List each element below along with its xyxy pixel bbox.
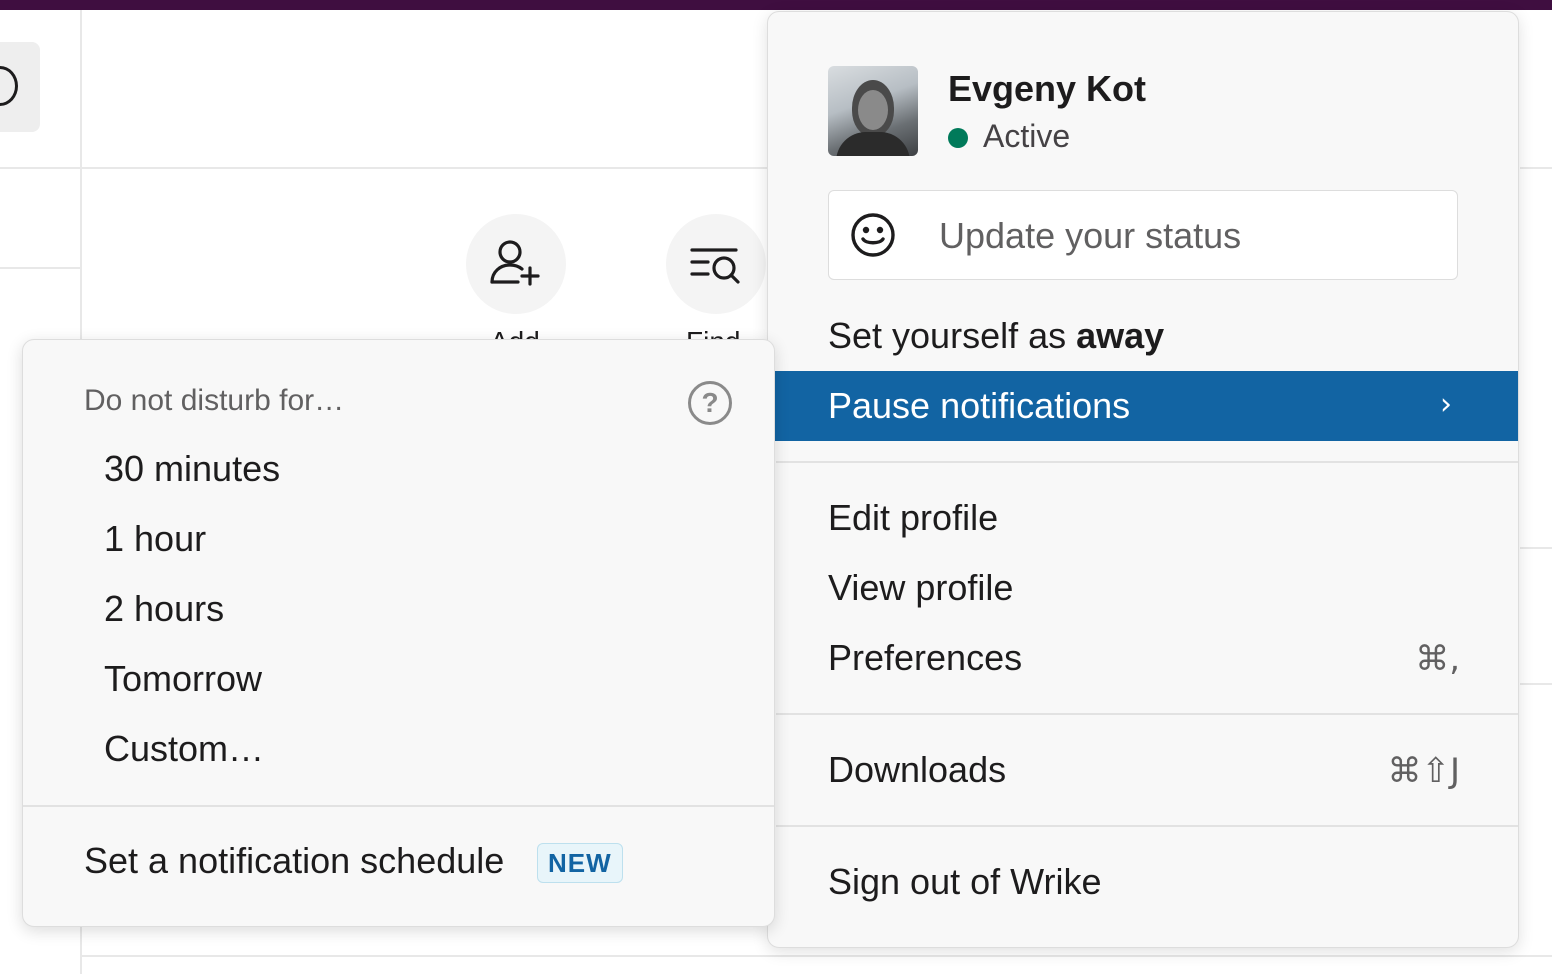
dnd-option-custom[interactable]: Custom… xyxy=(104,728,264,770)
sign-out-label: Sign out of Wrike xyxy=(828,861,1102,902)
menu-separator xyxy=(776,825,1518,827)
user-name: Evgeny Kot xyxy=(948,68,1147,109)
notification-schedule-item[interactable]: Set a notification schedule xyxy=(84,840,504,882)
edit-profile-item[interactable]: Edit profile xyxy=(774,483,1518,553)
dnd-option-30-minutes[interactable]: 30 minutes xyxy=(104,448,280,490)
divider xyxy=(1520,547,1552,549)
add-user-icon xyxy=(490,240,540,286)
view-profile-label: View profile xyxy=(828,567,1014,608)
downloads-shortcut: ⌘⇧J xyxy=(1387,751,1460,791)
pause-notifications-label: Pause notifications xyxy=(828,385,1131,426)
dnd-option-1-hour[interactable]: 1 hour xyxy=(104,518,206,560)
preferences-label: Preferences xyxy=(828,637,1023,678)
dnd-option-2-hours[interactable]: 2 hours xyxy=(104,588,224,630)
circle-icon xyxy=(0,66,18,106)
sidebar-button[interactable] xyxy=(0,42,40,132)
find-label: Find xyxy=(686,326,766,340)
chevron-right-icon: › xyxy=(1440,387,1452,422)
divider xyxy=(82,167,782,169)
find-button[interactable] xyxy=(666,214,766,314)
downloads-item[interactable]: Downloads ⌘⇧J xyxy=(774,735,1518,805)
set-away-item[interactable]: Set yourself as away xyxy=(774,301,1518,371)
set-away-label: Set yourself as away xyxy=(828,315,1165,356)
menu-separator xyxy=(776,461,1518,463)
search-list-icon xyxy=(690,248,740,284)
dnd-header: Do not disturb for… xyxy=(84,384,345,417)
edit-profile-label: Edit profile xyxy=(828,497,999,538)
update-status-field[interactable]: Update your status xyxy=(828,190,1458,280)
menu-separator xyxy=(776,713,1518,715)
pause-notifications-item[interactable]: Pause notifications › xyxy=(774,371,1518,441)
avatar xyxy=(828,66,918,156)
dnd-option-tomorrow[interactable]: Tomorrow xyxy=(104,658,262,700)
sign-out-item[interactable]: Sign out of Wrike xyxy=(774,847,1518,917)
presence-status: Active xyxy=(983,118,1071,154)
preferences-item[interactable]: Preferences ⌘, xyxy=(774,623,1518,693)
downloads-label: Downloads xyxy=(828,749,1007,790)
add-people-button[interactable] xyxy=(466,214,566,314)
pause-notifications-submenu: Do not disturb for… ? 30 minutes 1 hour … xyxy=(22,339,775,927)
submenu-separator xyxy=(23,805,774,807)
preferences-shortcut: ⌘, xyxy=(1415,639,1460,679)
view-profile-item[interactable]: View profile xyxy=(774,553,1518,623)
add-people-label: Add xyxy=(490,326,570,340)
divider xyxy=(1520,167,1552,169)
divider xyxy=(82,955,1552,957)
help-icon[interactable]: ? xyxy=(688,381,732,425)
divider xyxy=(0,167,80,169)
divider xyxy=(1520,683,1552,685)
smiley-icon xyxy=(851,213,895,257)
profile-menu: Evgeny Kot Active Update your status Set… xyxy=(767,11,1519,948)
new-badge: NEW xyxy=(537,843,623,883)
divider xyxy=(0,267,80,269)
active-status-dot xyxy=(948,128,968,148)
top-bar xyxy=(0,0,1552,10)
status-placeholder: Update your status xyxy=(939,215,1242,256)
